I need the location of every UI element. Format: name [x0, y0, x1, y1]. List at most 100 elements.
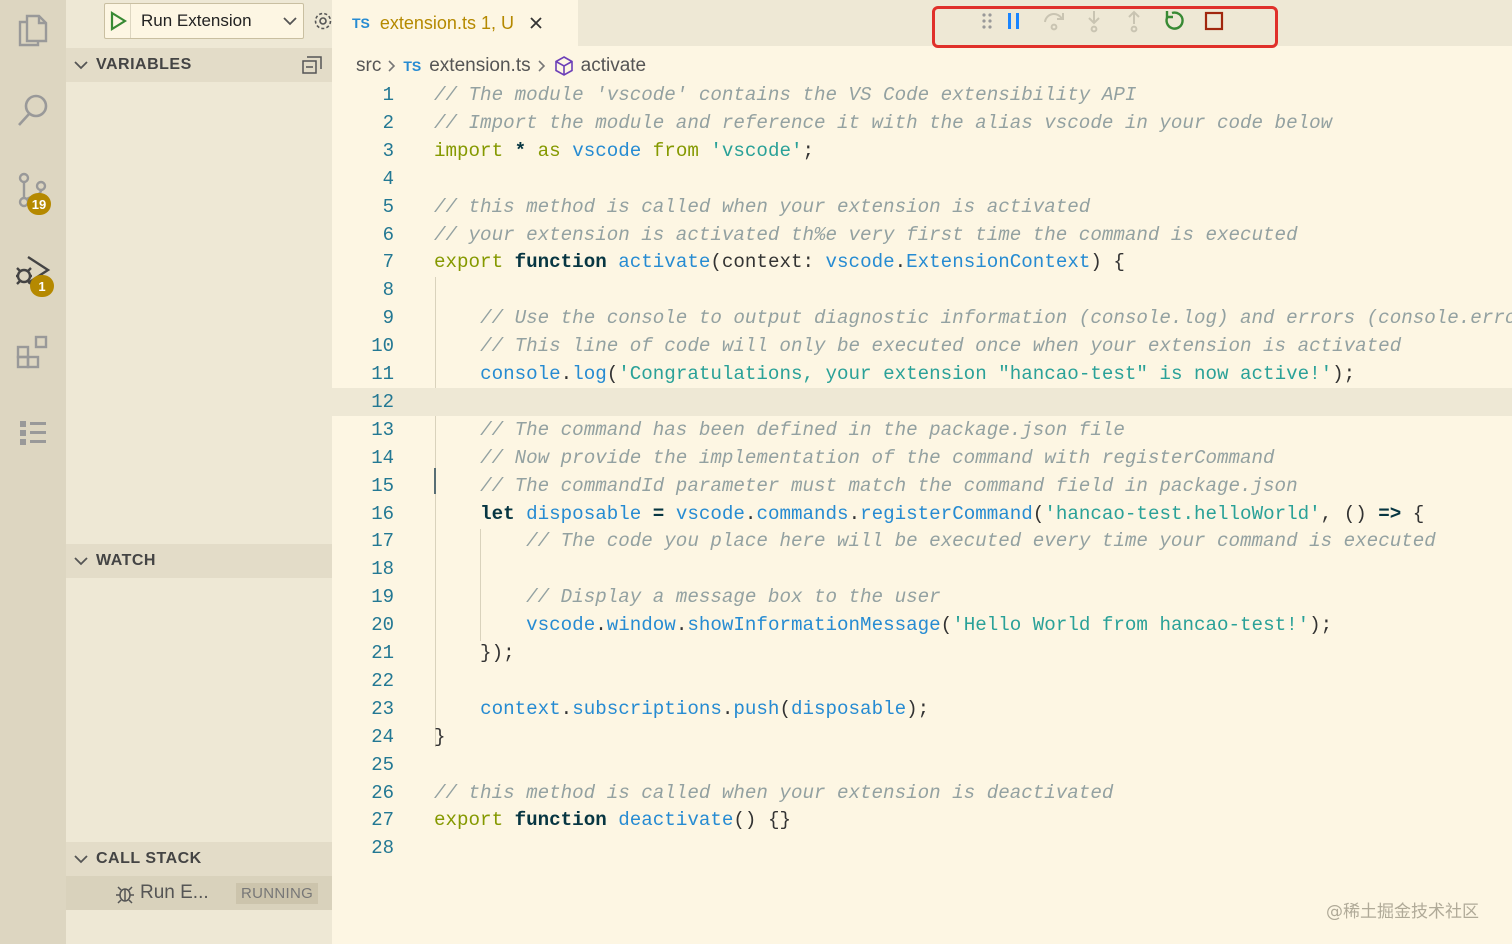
code-line[interactable]: 19 // Display a message box to the user — [332, 583, 1512, 611]
activity-source-control[interactable]: 19 — [0, 160, 66, 220]
code-text[interactable]: // this method is called when your exten… — [434, 782, 1113, 804]
code-line[interactable]: 27 export function deactivate() {} — [332, 806, 1512, 834]
gear-icon[interactable] — [312, 10, 334, 32]
code-text[interactable]: } — [434, 726, 446, 748]
line-number[interactable]: 18 — [332, 558, 394, 580]
code-line[interactable]: 18 — [332, 555, 1512, 583]
code-line[interactable]: 24} — [332, 723, 1512, 751]
code-text[interactable]: // Use the console to output diagnostic … — [434, 307, 1512, 329]
code-text[interactable]: let disposable = vscode.commands.registe… — [434, 503, 1424, 525]
line-number[interactable]: 23 — [332, 698, 394, 720]
line-number[interactable]: 27 — [332, 809, 394, 831]
line-number[interactable]: 25 — [332, 754, 394, 776]
activity-outline[interactable] — [0, 402, 66, 462]
line-number[interactable]: 2 — [332, 112, 394, 134]
code-text[interactable]: // This line of code will only be execut… — [434, 335, 1401, 357]
variables-header[interactable]: VARIABLES — [66, 48, 332, 82]
callstack-header[interactable]: CALL STACK — [66, 842, 332, 876]
line-number[interactable]: 17 — [332, 530, 394, 552]
code-text[interactable]: // your extension is activated th%e very… — [434, 224, 1298, 246]
code-line[interactable]: 15 // The commandId parameter must match… — [332, 472, 1512, 500]
code-text[interactable]: // Now provide the implementation of the… — [434, 447, 1275, 469]
code-text[interactable]: // The commandId parameter must match th… — [434, 475, 1298, 497]
code-line[interactable]: 13 // The command has been defined in th… — [332, 416, 1512, 444]
start-debug-button[interactable] — [105, 4, 131, 38]
code-line[interactable]: 1 // The module 'vscode' contains the VS … — [332, 81, 1512, 109]
line-number[interactable]: 13 — [332, 419, 394, 441]
outline-icon — [20, 421, 46, 445]
line-number[interactable]: 7 — [332, 251, 394, 273]
code-text[interactable]: context.subscriptions.push(disposable); — [434, 698, 929, 720]
code-line[interactable]: 26 // this method is called when your ext… — [332, 779, 1512, 807]
breadcrumb-symbol[interactable]: activate — [581, 55, 646, 77]
line-number[interactable]: 4 — [332, 168, 394, 190]
code-text[interactable]: console.log('Congratulations, your exten… — [434, 363, 1355, 385]
line-number[interactable]: 1 — [332, 84, 394, 106]
code-text[interactable]: export function activate(context: vscode… — [434, 251, 1125, 273]
code-line[interactable]: 9 // Use the console to output diagnosti… — [332, 304, 1512, 332]
code-text[interactable]: import * as vscode from 'vscode'; — [434, 140, 814, 162]
code-editor[interactable]: 1 // The module 'vscode' contains the VS … — [332, 81, 1512, 881]
activity-run-debug[interactable]: 1 — [0, 240, 66, 300]
code-line[interactable]: 12 — [332, 387, 1512, 416]
line-number[interactable]: 12 — [332, 391, 394, 413]
code-text[interactable]: // The module 'vscode' contains the VS C… — [434, 84, 1136, 106]
code-line[interactable]: 11 console.log('Congratulations, your ex… — [332, 360, 1512, 388]
line-number[interactable]: 10 — [332, 335, 394, 357]
code-line[interactable]: 22 — [332, 667, 1512, 695]
line-number[interactable]: 19 — [332, 586, 394, 608]
collapse-all-icon[interactable] — [302, 56, 322, 74]
activity-bar: 19 1 — [0, 0, 66, 944]
code-text[interactable]: // Import the module and reference it wi… — [434, 112, 1332, 134]
code-line[interactable]: 17 // The code you place here will be ex… — [332, 527, 1512, 555]
line-number[interactable]: 21 — [332, 642, 394, 664]
code-line[interactable]: 2 // Import the module and reference it w… — [332, 109, 1512, 137]
line-number[interactable]: 15 — [332, 475, 394, 497]
callstack-item[interactable]: Run E... RUNNING — [66, 876, 332, 910]
code-text[interactable]: // Display a message box to the user — [434, 586, 941, 608]
code-line[interactable]: 7 export function activate(context: vscod… — [332, 248, 1512, 276]
code-line[interactable]: 16 let disposable = vscode.commands.regi… — [332, 500, 1512, 528]
code-line[interactable]: 10 // This line of code will only be exe… — [332, 332, 1512, 360]
tab-extension-ts[interactable]: TS extension.ts 1, U — [332, 0, 578, 46]
breadcrumb-folder[interactable]: src — [356, 55, 381, 77]
code-line[interactable]: 5 // this method is called when your exte… — [332, 193, 1512, 221]
code-line[interactable]: 14 // Now provide the implementation of … — [332, 444, 1512, 472]
line-number[interactable]: 28 — [332, 837, 394, 859]
activity-search[interactable] — [0, 80, 66, 140]
code-line[interactable]: 28 — [332, 834, 1512, 862]
line-number[interactable]: 20 — [332, 614, 394, 636]
line-number[interactable]: 11 — [332, 363, 394, 385]
activity-extensions[interactable] — [0, 322, 66, 382]
line-number[interactable]: 9 — [332, 307, 394, 329]
code-text[interactable]: }); — [434, 642, 515, 664]
code-line[interactable]: 4 — [332, 165, 1512, 193]
code-line[interactable]: 23 context.subscriptions.push(disposable… — [332, 695, 1512, 723]
run-config-dropdown[interactable]: Run Extension — [104, 3, 304, 39]
line-number[interactable]: 26 — [332, 782, 394, 804]
activity-explorer[interactable] — [0, 0, 66, 60]
line-number[interactable]: 24 — [332, 726, 394, 748]
code-line[interactable]: 21 }); — [332, 639, 1512, 667]
code-text[interactable]: // The command has been defined in the p… — [434, 419, 1125, 441]
code-line[interactable]: 6 // your extension is activated th%e ver… — [332, 221, 1512, 249]
code-text[interactable]: // The code you place here will be execu… — [434, 530, 1436, 552]
code-text[interactable]: vscode.window.showInformationMessage('He… — [434, 614, 1332, 636]
close-icon[interactable] — [528, 15, 544, 31]
code-line[interactable]: 8 — [332, 276, 1512, 304]
watch-header[interactable]: WATCH — [66, 544, 332, 578]
line-number[interactable]: 6 — [332, 224, 394, 246]
line-number[interactable]: 14 — [332, 447, 394, 469]
line-number[interactable]: 8 — [332, 279, 394, 301]
code-text[interactable]: // this method is called when your exten… — [434, 196, 1090, 218]
breadcrumb-file[interactable]: extension.ts — [429, 55, 530, 77]
line-number[interactable]: 16 — [332, 503, 394, 525]
code-line[interactable]: 25 — [332, 751, 1512, 779]
code-line[interactable]: 3 import * as vscode from 'vscode'; — [332, 137, 1512, 165]
line-number[interactable]: 3 — [332, 140, 394, 162]
line-number[interactable]: 5 — [332, 196, 394, 218]
method-cube-icon — [554, 56, 573, 76]
line-number[interactable]: 22 — [332, 670, 394, 692]
code-line[interactable]: 20 vscode.window.showInformationMessage(… — [332, 611, 1512, 639]
code-text[interactable]: export function deactivate() {} — [434, 809, 791, 831]
